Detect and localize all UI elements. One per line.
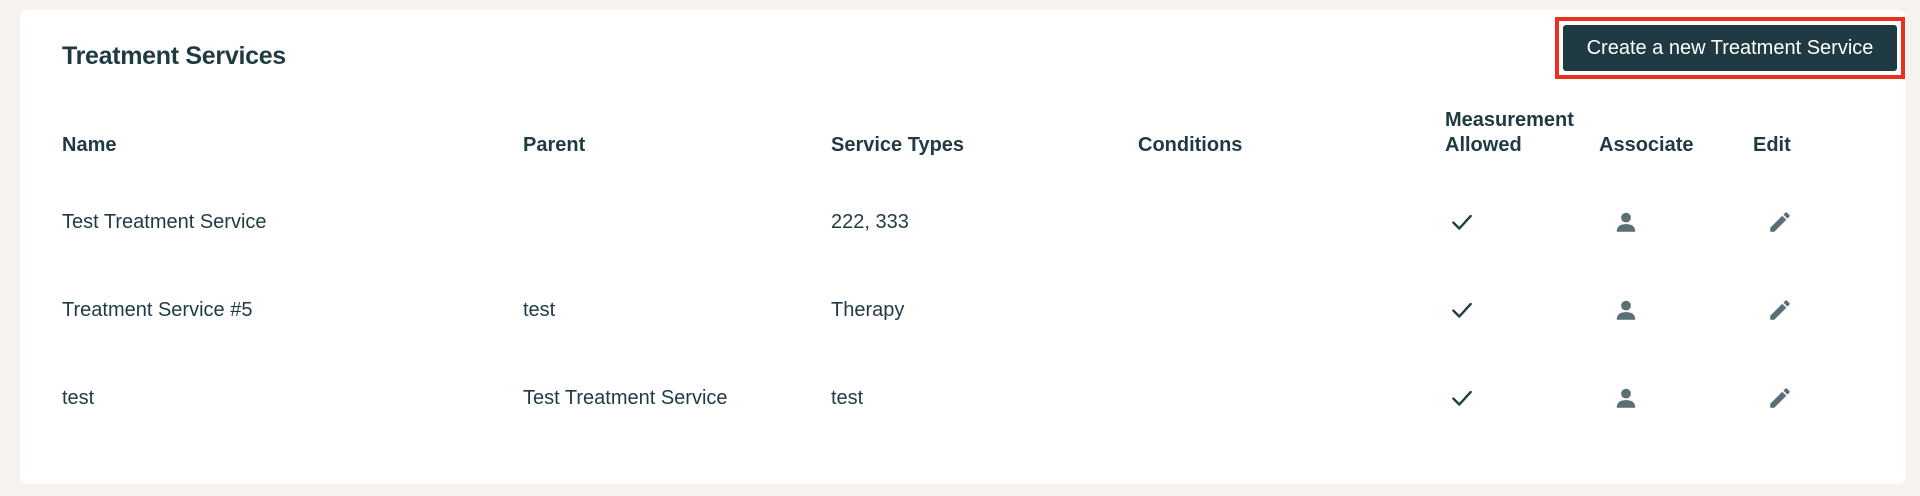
column-header-conditions[interactable]: Conditions [1138,133,1242,158]
column-header-service-types[interactable]: Service Types [831,133,964,158]
table-row-3-name: test [62,387,95,409]
check-icon [1447,207,1477,237]
pencil-icon[interactable] [1765,295,1795,325]
table-row-2-name: Treatment Service #5 [62,299,253,321]
pencil-icon[interactable] [1765,207,1795,237]
column-header-measurement-allowed[interactable]: Measurement Allowed [1445,108,1585,158]
treatment-services-card: Treatment Services Create a new Treatmen… [20,10,1906,484]
table-row-3-service-types: test [831,387,864,409]
person-icon[interactable] [1611,295,1641,325]
person-icon[interactable] [1611,207,1641,237]
pencil-icon[interactable] [1765,383,1795,413]
create-treatment-service-button[interactable]: Create a new Treatment Service [1563,25,1897,71]
person-icon[interactable] [1611,383,1641,413]
table-row-1-service-types: 222, 333 [831,211,909,233]
table-row-3-parent: Test Treatment Service [523,387,728,409]
table-row-1-name: Test Treatment Service [62,211,267,233]
column-header-associate: Associate [1599,134,1694,156]
column-header-name[interactable]: Name [62,133,116,158]
table-row-2-service-types: Therapy [831,299,905,321]
column-header-edit: Edit [1753,134,1791,156]
page-title: Treatment Services [62,42,286,70]
check-icon [1447,295,1477,325]
column-header-parent[interactable]: Parent [523,133,585,158]
table-row-2-parent: test [523,299,556,321]
check-icon [1447,383,1477,413]
